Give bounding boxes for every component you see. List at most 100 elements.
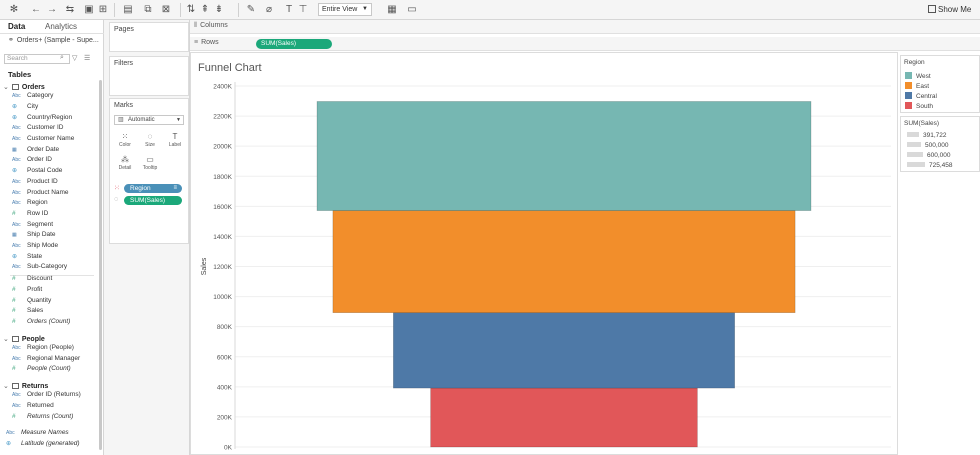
field-item[interactable]: Abc Region xyxy=(12,199,48,206)
tooltip-icon: ▭ xyxy=(146,155,154,164)
field-type-icon: # xyxy=(12,317,16,325)
field-label: Order Date xyxy=(27,145,60,153)
detail-button[interactable]: ⁂ Detail xyxy=(114,155,136,175)
y-tick-label: 1400K xyxy=(213,234,232,241)
field-label: Region xyxy=(27,199,48,207)
rows-shelf[interactable]: ≡ Rows SUM(Sales) xyxy=(190,37,980,51)
field-item[interactable]: ▦ Ship Date xyxy=(12,231,56,238)
revert-icon[interactable]: ⇆ xyxy=(62,4,78,16)
legend-label: West xyxy=(916,73,931,80)
size-button[interactable]: ◌ Size xyxy=(139,132,161,152)
field-item[interactable]: Abc Regional Manager xyxy=(12,355,80,362)
highlight-icon[interactable]: ✎ xyxy=(244,4,258,16)
show-me-button[interactable]: Show Me xyxy=(928,4,971,16)
field-item[interactable]: ⊕ Country/Region xyxy=(12,114,72,121)
field-item[interactable]: Abc Sub-Category xyxy=(12,263,67,270)
field-item[interactable]: Abc Product ID xyxy=(12,178,58,185)
search-placeholder: Search xyxy=(7,55,28,62)
field-item[interactable]: # Discount xyxy=(12,275,52,282)
sales-size-pill[interactable]: SUM(Sales) xyxy=(124,196,182,205)
field-item[interactable]: # Profit xyxy=(12,286,42,293)
sort-descending-icon[interactable]: ⇟ xyxy=(214,4,224,16)
swap-rows-columns-icon[interactable]: ⇅ xyxy=(186,4,196,16)
mark-type-select[interactable]: ▥ Automatic ▼ xyxy=(114,115,184,125)
clear-sheet-icon[interactable]: ⊠ xyxy=(158,4,174,16)
legend-item-central[interactable]: Central xyxy=(905,92,937,100)
view-options-icon[interactable]: ☰ xyxy=(84,54,90,62)
legend-item-west[interactable]: West xyxy=(905,72,931,80)
field-item[interactable]: # Sales xyxy=(12,307,43,314)
label-button[interactable]: T Label xyxy=(164,132,186,152)
table-group-returns[interactable]: ⌄ Returns xyxy=(3,382,48,390)
show-cards-icon[interactable]: ▦ xyxy=(384,4,400,16)
field-type-icon: Abc xyxy=(12,355,21,362)
field-item[interactable]: Abc Returned xyxy=(12,402,54,409)
field-item[interactable]: Abc Segment xyxy=(12,221,53,228)
tableau-logo-icon[interactable]: ✻ xyxy=(8,4,20,16)
presentation-mode-icon[interactable]: ▭ xyxy=(406,4,418,16)
filter-fields-icon[interactable]: ▽ xyxy=(72,54,77,62)
legend-label: East xyxy=(916,83,930,90)
field-item[interactable]: ⊕ Latitude (generated) xyxy=(6,440,80,447)
undo-icon[interactable]: ← xyxy=(30,4,42,16)
group-icon[interactable]: ⌀ xyxy=(262,4,276,16)
view-mode-select[interactable]: Entire View ▼ xyxy=(318,3,372,16)
tab-analytics[interactable]: Analytics xyxy=(45,22,77,31)
pages-card[interactable]: Pages xyxy=(109,22,189,52)
field-item[interactable]: ▦ Order Date xyxy=(12,146,59,153)
columns-shelf[interactable]: ⦀ Columns xyxy=(190,20,980,34)
field-label: City xyxy=(27,102,39,110)
field-item[interactable]: Abc Product Name xyxy=(12,189,69,196)
data-pane-scrollbar[interactable] xyxy=(99,80,102,450)
funnel-bar-south[interactable] xyxy=(430,387,698,448)
region-pill-label: Region xyxy=(130,185,151,192)
funnel-bar-east[interactable] xyxy=(332,210,796,313)
field-item[interactable]: ⊕ State xyxy=(12,253,42,260)
datasource-item[interactable]: ⚭ Orders+ (Sample - Supe... xyxy=(8,36,99,44)
field-item[interactable]: ⊕ City xyxy=(12,103,38,110)
table-group-orders[interactable]: ⌄ Orders xyxy=(3,83,45,91)
table-group-people[interactable]: ⌄ People xyxy=(3,335,45,343)
legend-item-south[interactable]: South xyxy=(905,102,933,110)
tooltip-button[interactable]: ▭ Tooltip xyxy=(139,155,161,175)
field-item[interactable]: Abc Order ID (Returns) xyxy=(12,391,81,398)
field-item[interactable]: # Quantity xyxy=(12,297,51,304)
field-item[interactable]: Abc Region (People) xyxy=(12,344,74,351)
y-axis-title: Sales xyxy=(201,257,208,275)
field-item[interactable]: Abc Order ID xyxy=(12,156,52,163)
field-item[interactable]: # Orders (Count) xyxy=(12,318,70,325)
field-item[interactable]: Abc Measure Names xyxy=(6,429,69,436)
field-type-icon: # xyxy=(12,275,16,283)
field-type-icon: Abc xyxy=(12,243,21,249)
duplicate-sheet-icon[interactable]: ⧉ xyxy=(142,4,154,16)
color-button[interactable]: ⁙ Color xyxy=(114,132,136,152)
field-item[interactable]: Abc Customer Name xyxy=(12,135,74,142)
new-sheet-icon[interactable]: ▤ xyxy=(120,4,136,16)
fix-axes-icon[interactable]: ⊤ xyxy=(298,4,308,16)
new-datasource-icon[interactable]: ⊞ xyxy=(98,4,108,16)
field-item[interactable]: ⊕ Postal Code xyxy=(12,167,62,174)
funnel-bar-west[interactable] xyxy=(316,101,812,211)
field-item[interactable]: Abc Ship Mode xyxy=(12,242,58,249)
region-color-pill[interactable]: Region ≡ xyxy=(124,184,182,193)
field-item[interactable]: # People (Count) xyxy=(12,365,71,372)
save-icon[interactable]: ▣ xyxy=(84,4,94,16)
tab-data[interactable]: Data xyxy=(8,22,25,31)
field-item[interactable]: Abc Customer ID xyxy=(12,124,63,131)
field-type-icon: Abc xyxy=(12,157,21,164)
show-labels-icon[interactable]: T xyxy=(284,4,294,16)
y-tick-label: 800K xyxy=(217,324,233,331)
chevron-down-icon: ⌄ xyxy=(3,84,9,91)
field-item[interactable]: # Returns (Count) xyxy=(12,413,73,420)
search-icon[interactable]: ⌕ xyxy=(60,54,64,62)
sort-ascending-icon[interactable]: ⇞ xyxy=(200,4,210,16)
funnel-bar-central[interactable] xyxy=(393,312,735,389)
columns-shelf-label: ⦀ Columns xyxy=(194,22,228,30)
field-item[interactable]: Abc Category xyxy=(12,92,53,99)
legend-item-east[interactable]: East xyxy=(905,82,929,90)
rows-sales-pill[interactable]: SUM(Sales) xyxy=(256,39,332,49)
field-item[interactable]: # Row ID xyxy=(12,210,48,217)
size-legend-label: 391,722 xyxy=(923,132,947,139)
filters-card[interactable]: Filters xyxy=(109,56,189,96)
redo-icon[interactable]: → xyxy=(46,4,58,16)
